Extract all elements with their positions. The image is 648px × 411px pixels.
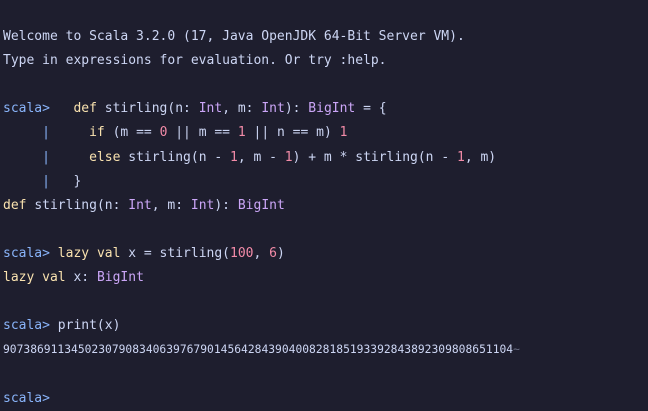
continuation-bar: |	[42, 149, 50, 165]
return-type: BigInt	[237, 197, 285, 213]
if-cond-part: || n == m)	[245, 125, 340, 141]
lazy-expr-part: x = stirling(	[120, 245, 230, 261]
line-wrap-marker: ~	[513, 343, 520, 357]
keyword-lazy: lazy	[3, 270, 35, 286]
repl-input-def: scala> def stirling(n: Int, m: Int): Big…	[3, 97, 648, 121]
repl-prompt: scala>	[3, 390, 50, 406]
params-open: (n:	[167, 101, 199, 117]
repl-prompt: scala>	[3, 318, 50, 334]
number-literal: 100	[230, 245, 254, 261]
type-int: Int	[128, 197, 152, 213]
print-expression: print(x)	[57, 318, 121, 334]
keyword-else: else	[89, 149, 121, 165]
repl-continuation-if: | if (m == 0 || m == 1 || n == m) 1	[3, 121, 648, 145]
keyword-def: def	[73, 101, 97, 117]
help-hint: Type in expressions for evaluation. Or t…	[3, 49, 648, 73]
repl-output-print: 9073869113450230790834063976790145642843…	[3, 338, 648, 362]
else-expr-part: , m -	[237, 149, 285, 165]
continuation-bar: |	[42, 125, 50, 141]
type-int: Int	[190, 197, 215, 213]
number-literal: 1	[237, 125, 246, 141]
assign-brace: = {	[355, 101, 387, 117]
number-literal: 1	[457, 149, 465, 165]
return-type: BigInt	[308, 101, 356, 117]
shell-command-line: ❯ scala	[3, 1, 648, 25]
welcome-banner: Welcome to Scala 3.2.0 (17, Java OpenJDK…	[3, 25, 648, 49]
repl-output-def: def stirling(n: Int, m: Int): BigInt	[3, 194, 648, 218]
repl-continuation-close: | }	[3, 170, 648, 194]
params-close: ):	[284, 101, 309, 117]
lazy-expr-part: ,	[253, 245, 270, 261]
input-cursor[interactable]	[50, 387, 51, 411]
function-name: stirling	[34, 197, 97, 213]
type-int: Int	[198, 101, 223, 117]
repl-prompt: scala>	[3, 101, 50, 117]
number-literal: 1	[284, 149, 293, 165]
type-int: Int	[261, 101, 285, 117]
params-close: ):	[214, 197, 238, 213]
params-open: (n:	[96, 197, 129, 213]
lazy-expr-part: )	[276, 245, 285, 261]
repl-input-print: scala> print(x)	[3, 314, 648, 338]
params-mid: , m:	[151, 197, 191, 213]
repl-input-lazy: scala> lazy val x = stirling(100, 6)	[3, 242, 648, 266]
repl-prompt: scala>	[3, 245, 50, 261]
val-name: x:	[65, 270, 97, 286]
else-expr-part: , m)	[464, 149, 497, 165]
welcome-text: Welcome to Scala 3.2.0 (17, Java OpenJDK…	[3, 29, 465, 45]
help-hint-text: Type in expressions for evaluation. Or t…	[3, 53, 387, 69]
keyword-lazy: lazy	[57, 245, 90, 261]
close-brace: }	[73, 173, 82, 189]
repl-output-lazy: lazy val x: BigInt	[3, 266, 648, 290]
continuation-bar: |	[42, 173, 50, 189]
keyword-if: if	[89, 125, 105, 141]
function-name: stirling	[104, 101, 168, 117]
print-result: 9073869113450230790834063976790145642843…	[3, 343, 514, 357]
else-expr-part: stirling(n -	[120, 149, 230, 165]
terminal-window[interactable]: ❯ scala Welcome to Scala 3.2.0 (17, Java…	[0, 0, 648, 411]
if-cond-part: || m ==	[167, 125, 238, 141]
number-literal: 6	[269, 245, 277, 261]
keyword-val: val	[42, 270, 66, 286]
keyword-def: def	[3, 197, 27, 213]
if-cond-part: (m ==	[104, 125, 160, 141]
repl-continuation-else: | else stirling(n - 1, m - 1) + m * stir…	[3, 146, 648, 170]
else-expr-part: ) + m * stirling(n -	[292, 149, 457, 165]
type-bigint: BigInt	[96, 270, 144, 286]
number-literal: 1	[230, 149, 238, 165]
number-literal: 1	[339, 125, 348, 141]
repl-active-prompt[interactable]: scala>	[3, 387, 648, 411]
params-mid: , m:	[222, 101, 262, 117]
keyword-val: val	[96, 245, 121, 261]
